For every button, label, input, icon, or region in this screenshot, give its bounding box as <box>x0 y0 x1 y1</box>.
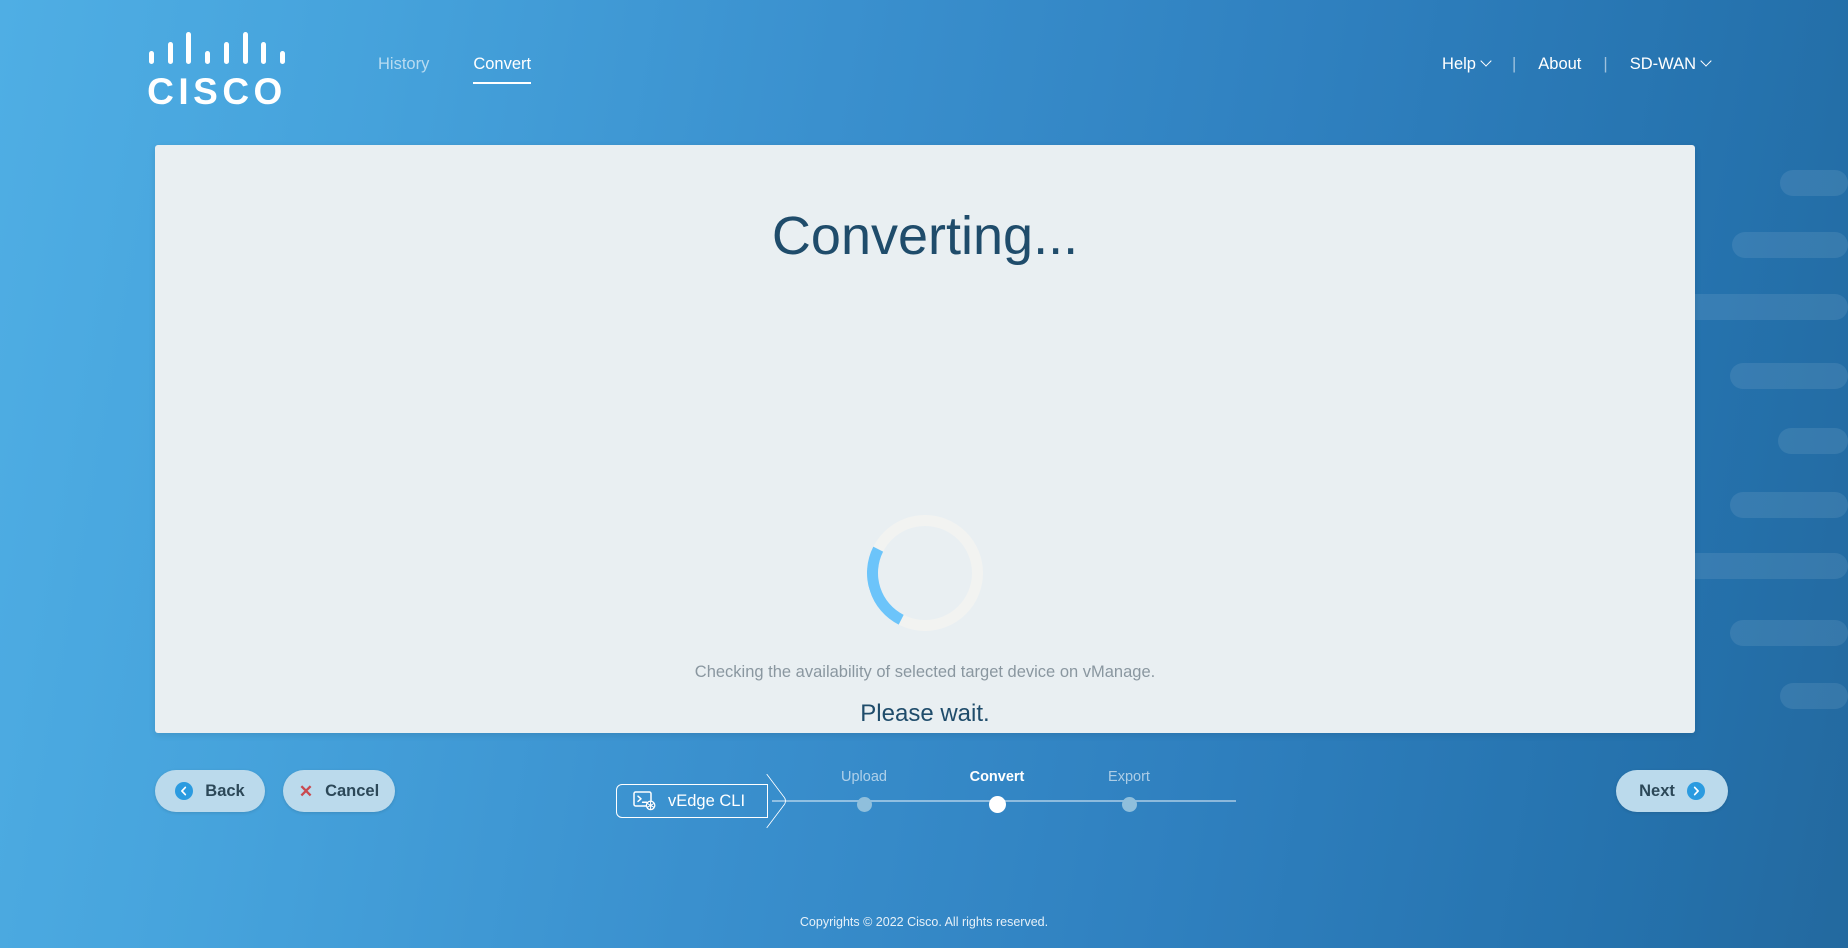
cisco-logo-text: CISCO <box>147 71 287 112</box>
content-card: Converting... Checking the availability … <box>155 145 1695 733</box>
next-button-label: Next <box>1639 781 1675 800</box>
bottom-action-bar: Back ✕ Cancel vEdge CLI Upload Convert E… <box>0 770 1848 830</box>
step-export-dot[interactable] <box>1121 796 1137 812</box>
spinner-arc <box>851 499 999 647</box>
decorative-bar-1 <box>1780 170 1848 196</box>
step-convert[interactable]: Convert <box>937 770 1057 813</box>
nav-tab-history[interactable]: History <box>378 56 429 84</box>
footer-copyright: Copyrights © 2022 Cisco. All rights rese… <box>799 915 1049 929</box>
about-link[interactable]: About <box>1520 56 1599 73</box>
decorative-bar-7 <box>1680 553 1848 579</box>
product-label: SD-WAN <box>1629 55 1696 73</box>
app-header: CISCO History Convert Help | About | SD-… <box>0 0 1848 140</box>
decorative-bar-9 <box>1780 683 1848 709</box>
decorative-bar-8 <box>1730 620 1848 646</box>
arrow-right-circle-icon <box>1686 782 1705 800</box>
step-convert-dot[interactable] <box>988 795 1006 813</box>
cisco-logo[interactable]: CISCO <box>142 30 292 113</box>
decorative-bar-6 <box>1730 492 1848 518</box>
step-upload[interactable]: Upload <box>804 770 924 812</box>
nav-tab-convert[interactable]: Convert <box>473 56 532 84</box>
back-button[interactable]: Back <box>155 770 265 812</box>
step-upload-label: Upload <box>841 769 887 785</box>
step-export[interactable]: Export <box>1069 770 1189 812</box>
chevron-down-icon <box>1480 55 1492 67</box>
next-button[interactable]: Next <box>1616 770 1728 812</box>
close-icon: ✕ <box>298 781 314 801</box>
nav-separator-1: | <box>1511 55 1517 73</box>
workflow-stepper: vEdge CLI Upload Convert Export <box>616 770 1236 830</box>
cisco-bars-logo-icon <box>149 30 285 64</box>
spinner-container <box>155 499 1695 647</box>
cancel-button-label: Cancel <box>325 781 380 800</box>
decorative-bar-3 <box>1680 294 1848 320</box>
nav-separator-2: | <box>1603 55 1608 73</box>
decorative-bar-4 <box>1730 363 1848 389</box>
page-title: Converting... <box>771 206 1079 266</box>
terminal-cli-icon <box>633 791 656 811</box>
loading-spinner-icon <box>851 499 999 647</box>
please-wait-message: Please wait. <box>860 700 990 727</box>
step-export-label: Export <box>1108 769 1150 785</box>
back-button-label: Back <box>205 781 245 800</box>
source-type-badge[interactable]: vEdge CLI <box>616 784 769 818</box>
chevron-down-icon <box>1700 55 1712 67</box>
help-label: Help <box>1442 55 1476 73</box>
help-menu[interactable]: Help <box>1424 55 1508 73</box>
arrow-left-circle-icon <box>175 782 194 800</box>
step-convert-label: Convert <box>969 769 1025 785</box>
status-message: Checking the availability of selected ta… <box>694 663 1156 681</box>
cancel-button[interactable]: ✕ Cancel <box>283 770 395 812</box>
source-type-label: vEdge CLI <box>668 791 746 810</box>
step-upload-dot[interactable] <box>856 796 872 812</box>
primary-nav: History Convert <box>378 56 532 84</box>
decorative-bar-2 <box>1732 232 1848 258</box>
decorative-bar-5 <box>1778 428 1848 454</box>
product-switcher[interactable]: SD-WAN <box>1612 55 1728 73</box>
header-utility-nav: Help | About | SD-WAN <box>1424 55 1728 73</box>
